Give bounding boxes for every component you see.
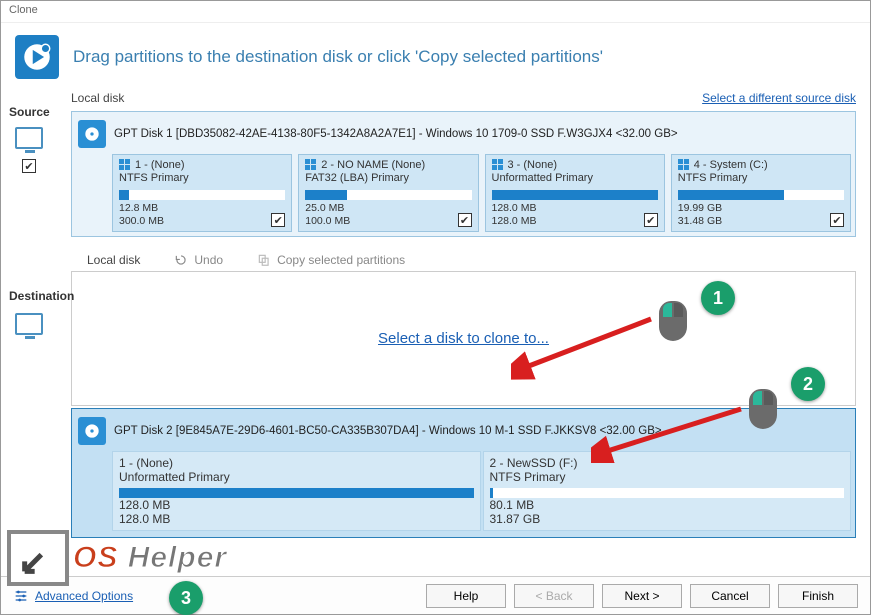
partition-checkbox[interactable]: ✔ [271,213,285,227]
destination-partition[interactable]: 1 - (None) Unformatted Primary 128.0 MB1… [112,451,481,531]
dest-side-icons [15,313,43,335]
source-partition[interactable]: 1 - (None) NTFS Primary 12.8 MB300.0 MB … [112,154,292,232]
partition-head: 1 - (None) [119,456,474,470]
partition-sizes: 80.1 MB31.87 GB [490,498,845,526]
partition-checkbox[interactable]: ✔ [830,213,844,227]
disk-icon [78,417,106,445]
finish-button[interactable]: Finish [778,584,858,608]
destination-local-label: Local disk [87,253,140,267]
partition-sizes: 25.0 MB100.0 MB [305,202,350,227]
destination-disk-title: GPT Disk 2 [9E845A7E-29D6-4601-BC50-CA33… [114,425,662,437]
usage-bar [490,488,845,498]
source-label: Source [9,105,50,119]
destination-drop-area[interactable]: Select a disk to clone to... [71,271,856,406]
usage-bar [678,190,844,200]
source-local-label: Local disk [71,91,124,105]
source-partition[interactable]: 3 - (None) Unformatted Primary 128.0 MB1… [485,154,665,232]
partition-type: NTFS Primary [678,172,844,184]
cancel-button[interactable]: Cancel [690,584,770,608]
monitor-icon [15,127,43,149]
arrow-icon [591,403,751,463]
partition-sizes: 12.8 MB300.0 MB [119,202,164,227]
source-side-icons: ✔ [15,127,43,173]
partition-type: NTFS Primary [119,172,285,184]
monitor-icon [15,313,43,335]
mouse-icon [749,389,777,429]
arrow-icon [511,311,661,381]
source-partition[interactable]: 4 - System (C:) NTFS Primary 19.99 GB31.… [671,154,851,232]
back-button: < Back [514,584,594,608]
clone-icon [15,35,59,79]
partition-sizes: 128.0 MB128.0 MB [492,202,537,227]
next-button[interactable]: Next > [602,584,682,608]
partition-checkbox[interactable]: ✔ [644,213,658,227]
advanced-options-link[interactable]: Advanced Options [35,589,133,603]
disk-icon [78,120,106,148]
destination-partition[interactable]: 2 - NewSSD (F:) NTFS Primary 80.1 MB31.8… [483,451,852,531]
annotation-badge-1: 1 [701,281,735,315]
source-disk-panel[interactable]: GPT Disk 1 [DBD35082-42AE-4138-80F5-1342… [71,111,856,237]
partition-type: Unformatted Primary [492,172,658,184]
partition-head: 2 - NO NAME (None) [321,159,425,171]
header-instruction: Drag partitions to the destination disk … [73,47,603,67]
partition-sizes: 19.99 GB31.48 GB [678,202,722,227]
copy-selected-action[interactable]: Copy selected partitions [257,253,405,267]
partition-type: Unformatted Primary [119,470,474,484]
source-disk-checkbox[interactable]: ✔ [22,159,36,173]
mouse-icon [659,301,687,341]
usage-bar [119,488,474,498]
select-different-source-link[interactable]: Select a different source disk [702,91,856,105]
partition-head: 4 - System (C:) [694,159,768,171]
usage-bar [119,190,285,200]
source-disk-title: GPT Disk 1 [DBD35082-42AE-4138-80F5-1342… [114,128,678,140]
annotation-badge-3: 3 [169,581,203,615]
partition-sizes: 128.0 MB128.0 MB [119,498,474,526]
partition-checkbox[interactable]: ✔ [458,213,472,227]
undo-action[interactable]: Undo [174,253,223,267]
source-partition[interactable]: 2 - NO NAME (None) FAT32 (LBA) Primary 2… [298,154,478,232]
usage-bar [305,190,471,200]
watermark: OS Helper [7,530,227,586]
partition-type: NTFS Primary [490,470,845,484]
partition-head: 1 - (None) [135,159,185,171]
usage-bar [492,190,658,200]
window-title: Clone [1,1,870,23]
sliders-icon [13,588,29,604]
destination-label: Destination [9,289,74,303]
header: Drag partitions to the destination disk … [1,23,870,85]
partition-type: FAT32 (LBA) Primary [305,172,471,184]
help-button[interactable]: Help [426,584,506,608]
partition-head: 3 - (None) [508,159,558,171]
annotation-badge-2: 2 [791,367,825,401]
